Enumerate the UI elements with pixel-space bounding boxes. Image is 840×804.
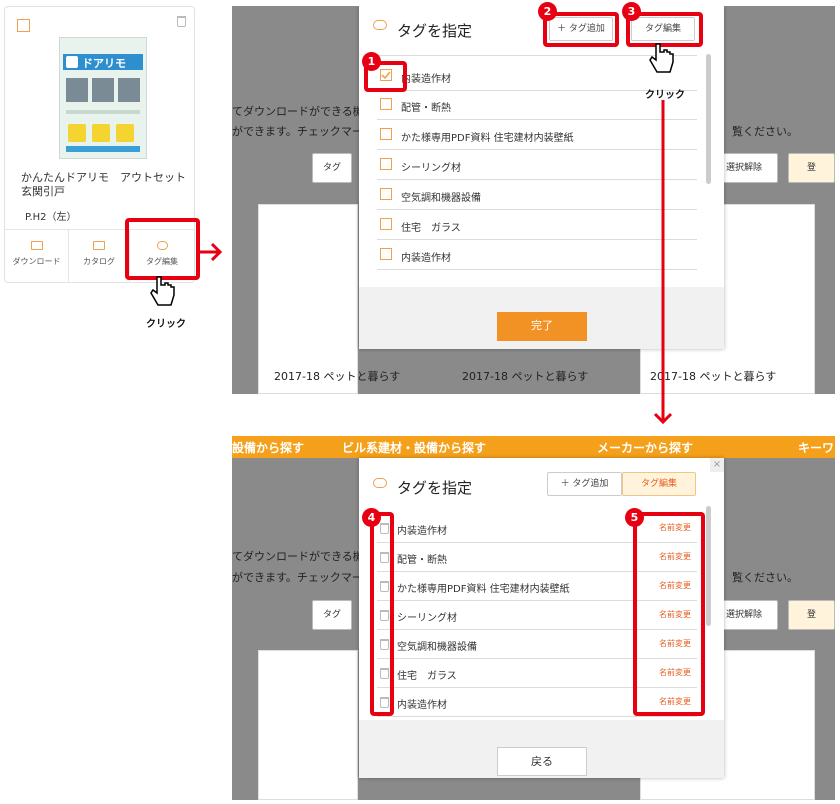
tag-label: 空気調和機器設備 [401,193,481,204]
nav-item: 設備から探す [232,441,305,455]
tag-list-item[interactable]: かた様専用PDF資料 住宅建材内装壁紙 [377,121,697,150]
tag-label: 配管・断熱 [397,555,447,566]
done-button[interactable]: 完了 [497,312,587,341]
tag-list-item[interactable]: 内装造作材 [377,241,697,270]
tag-label: シーリング材 [401,163,461,174]
bg-text-line: てダウンロードができる機 [232,105,364,118]
highlight-tag-edit [125,218,200,280]
bg-text-line: てダウンロードができる機 [232,550,364,563]
modal-title: タグを指定 [397,479,473,497]
arrow-down-icon [653,100,673,425]
bg-text-line: 覧ください。 [732,571,798,584]
cover-title: ドアリモ [82,57,126,70]
tag-label: 内装造作材 [401,253,451,264]
catalog-name: かんたんドアリモ アウトセット玄関引戸 [21,171,186,198]
tag-label: シーリング材 [397,613,457,624]
nav-bar [232,436,835,458]
nav-item: ビル系建材・設備から探す [342,441,487,455]
download-button[interactable]: ダウンロード [5,230,69,283]
cover-photo [92,78,114,102]
cover-badge [68,124,86,142]
click-label: クリック [645,90,685,101]
catalog-label: カタログ [83,257,115,266]
modal-title: タグを指定 [397,22,473,40]
click-label: クリック [146,319,186,330]
book-icon [93,241,105,250]
tag-label: 空気調和機器設備 [397,642,477,653]
tag-icon [373,478,387,488]
catalog-cover-image[interactable]: ドアリモ [59,37,147,159]
tag-checkbox[interactable] [380,188,392,200]
scrollbar[interactable] [706,54,711,184]
cover-logo [66,56,78,68]
tag-label: 内装造作材 [397,700,447,711]
step-badge: 4 [362,508,381,527]
bg-tag-button: タグ [312,600,352,630]
cover-badge [92,124,110,142]
catalog-page: P.H2（左） [25,212,77,223]
back-button[interactable]: 戻る [497,747,587,776]
bg-card [258,204,358,394]
bg-card [258,650,358,800]
download-label: ダウンロード [12,257,61,266]
bg-text-line: 覧ください。 [732,125,798,138]
tag-label: 内装造作材 [397,526,447,537]
step-badge: 2 [538,2,557,21]
tag-list-item[interactable]: 空気調和機器設備 [377,181,697,210]
bg-text-line: ができます。チェックマーク [232,571,374,584]
trash-icon[interactable] [177,16,186,27]
cover-text-row [66,110,140,114]
add-tag-button[interactable]: ＋ タグ追加 [547,472,622,496]
screenshot-tag-select: てダウンロードができる機 ができます。チェックマーク 覧ください。 タグ 選択解… [232,6,835,394]
cover-photo [66,78,88,102]
bg-item-title: 2017-18 ペットと暮らす [462,370,589,383]
catalog-button[interactable]: カタログ [69,230,130,283]
arrow-right-icon [199,242,223,262]
tag-label: 住宅 ガラス [397,671,457,682]
tag-label: かた様専用PDF資料 住宅建材内装壁紙 [401,133,574,144]
highlight-rename-column [633,512,705,716]
tag-list-item[interactable]: シーリング材 [377,151,697,180]
cover-photo [118,78,140,102]
step-badge: 5 [625,508,644,527]
pointer-hand-icon [150,276,175,306]
nav-item: メーカーから探す [597,441,694,455]
step-badge: 1 [362,52,381,71]
download-icon [30,241,43,250]
tag-checkbox[interactable] [380,128,392,140]
bg-register-button: 登 [788,600,835,630]
bg-register-button: 登 [788,153,835,183]
tag-label: 内装造作材 [401,74,451,85]
cover-footer [66,146,140,152]
pointer-hand-icon [649,43,674,73]
tag-icon [373,20,387,30]
highlight-trash-column [370,512,394,716]
screenshot-tag-edit: 設備から探す ビル系建材・設備から探す メーカーから探す キーワ てダウンロード… [232,436,835,800]
tag-label: かた様専用PDF資料 住宅建材内装壁紙 [397,584,570,595]
tag-list-item[interactable]: 住宅 ガラス [377,211,697,240]
nav-item: キーワ [798,441,835,455]
close-icon[interactable]: × [710,458,724,472]
tag-checkbox[interactable] [380,158,392,170]
edit-tag-button-active[interactable]: タグ編集 [622,472,696,496]
select-checkbox[interactable] [17,19,30,32]
bg-item-title: 2017-18 ペットと暮らす [274,370,401,383]
bg-tag-button: タグ [312,153,352,183]
tag-label: 住宅 ガラス [401,223,461,234]
scrollbar[interactable] [706,506,711,626]
tag-checkbox[interactable] [380,98,392,110]
cover-badge [116,124,134,142]
tag-checkbox[interactable] [380,218,392,230]
bg-text-line: ができます。チェックマーク [232,125,374,138]
tag-checkbox[interactable] [380,248,392,260]
tag-label: 配管・断熱 [401,103,451,114]
step-badge: 3 [622,2,641,21]
